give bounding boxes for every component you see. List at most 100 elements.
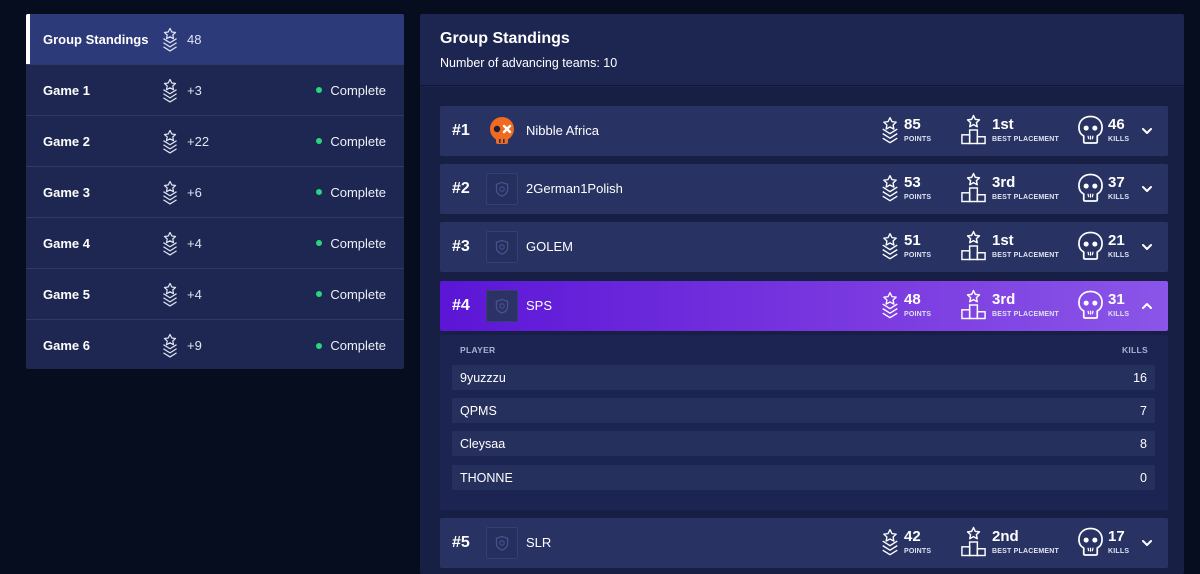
kills-value: 46 [1108,116,1125,133]
sidebar-item-label: Game 2 [43,133,90,149]
team-points: 53 POINTS [880,172,940,206]
player-kills: 8 [1140,437,1147,451]
points-value: 42 [904,528,921,545]
points-value: 48 [904,291,921,308]
rank-points-icon [161,230,179,257]
sidebar-item-game-6[interactable]: Game 6 +9 Complete [26,320,404,369]
team-best-placement: 3rd BEST PLACEMENT [960,289,1060,323]
kills-value: 17 [1108,528,1125,545]
skull-icon [1077,172,1104,204]
points-value: 53 [904,174,921,191]
chevron-down-icon[interactable] [1140,124,1154,138]
status-dot-icon [316,189,323,195]
player-row: Cleysaa 8 [452,431,1155,456]
team-rank: #1 [452,122,470,139]
team-row-expanded[interactable]: #4 SPS 48 POINTS 3rd BEST PLACEMENT 31 K… [440,281,1168,331]
points-label: POINTS [904,252,932,259]
sidebar-item-group-standings[interactable]: Group Standings 48 [26,14,404,65]
default-shield-logo [486,231,518,263]
status-dot-icon [316,291,323,297]
sidebar-item-game-4[interactable]: Game 4 +4 Complete [26,218,404,269]
skull-icon [1077,114,1104,146]
sidebar-item-points: +9 [187,338,202,353]
rank-points-icon [161,26,179,53]
team-points: 51 POINTS [880,230,940,264]
team-row[interactable]: #1 Nibble Africa 85 POINTS 1st BEST PLAC… [440,106,1168,156]
player-row: THONNE 0 [452,465,1155,490]
team-kills: 37 KILLS [1077,172,1137,206]
skull-icon [1077,230,1104,262]
team-name: 2German1Polish [526,181,623,196]
team-rank: #5 [452,534,470,551]
kills-label: KILLS [1108,548,1130,555]
team-kills: 31 KILLS [1077,289,1137,323]
placement-value: 3rd [992,174,1016,191]
team-kills: 21 KILLS [1077,230,1137,264]
sidebar-item-points: +3 [187,82,202,98]
player-row: QPMS 7 [452,398,1155,423]
chevron-down-icon[interactable] [1140,240,1154,254]
placement-label: BEST PLACEMENT [992,311,1059,318]
sidebar-item-points: 48 [187,31,202,47]
player-column-header: PLAYER [460,345,496,355]
chevron-up-icon[interactable] [1140,299,1154,313]
player-name: Cleysaa [460,437,506,451]
status-label: Complete [330,184,386,200]
rank-points-icon [161,332,179,359]
team-row[interactable]: #3 GOLEM 51 POINTS 1st BEST PLACEMENT 21… [440,222,1168,272]
team-best-placement: 1st BEST PLACEMENT [960,114,1060,148]
rank-points-icon [880,114,900,146]
rank-points-icon [880,289,900,321]
sidebar-item-game-3[interactable]: Game 3 +6 Complete [26,167,404,218]
chevron-down-icon[interactable] [1140,536,1154,550]
status-badge: Complete [316,83,386,98]
rank-points-icon [880,230,900,262]
points-label: POINTS [904,548,932,555]
team-best-placement: 2nd BEST PLACEMENT [960,526,1060,560]
rank-points-icon [161,281,179,308]
podium-icon [960,289,987,321]
team-name: SLR [526,535,552,550]
team-points: 42 POINTS [880,526,940,560]
kills-value: 31 [1108,291,1125,308]
skull-icon [1077,289,1104,321]
page-title: Group Standings [440,30,570,47]
team-kills: 46 KILLS [1077,114,1137,148]
kills-label: KILLS [1108,252,1130,259]
placement-label: BEST PLACEMENT [992,252,1059,259]
status-dot-icon [316,342,323,349]
status-badge: Complete [316,134,386,149]
placement-value: 1st [992,232,1014,249]
status-label: Complete [330,286,386,302]
sidebar-item-points: +4 [187,286,202,302]
sidebar-item-game-1[interactable]: Game 1 +3 Complete [26,65,404,116]
team-row[interactable]: #5 SLR 42 POINTS 2nd BEST PLACEMENT 17 K… [440,518,1168,568]
player-kills: 0 [1140,471,1147,485]
default-shield-logo [486,527,518,559]
sidebar-item-game-2[interactable]: Game 2 +22 Complete [26,116,404,167]
status-label: Complete [330,133,386,149]
default-shield-logo [486,173,518,205]
team-row[interactable]: #2 2German1Polish 53 POINTS 3rd BEST PLA… [440,164,1168,214]
chevron-down-icon[interactable] [1140,182,1154,196]
placement-label: BEST PLACEMENT [992,136,1059,143]
status-badge: Complete [316,338,386,353]
skull-icon [1077,526,1104,558]
placement-label: BEST PLACEMENT [992,194,1059,201]
sidebar-item-label: Game 5 [43,286,90,302]
podium-icon [960,172,987,204]
sidebar-item-points: +22 [187,133,210,149]
points-label: POINTS [904,136,932,143]
games-sidebar: Group Standings 48 Game 1 +3 Complete Ga… [26,14,404,369]
team-rank: #2 [452,180,470,197]
rank-points-icon [161,128,179,155]
status-dot-icon [316,87,323,93]
status-label: Complete [330,338,386,353]
points-label: POINTS [904,311,932,318]
sidebar-item-label: Game 6 [43,338,90,353]
points-value: 51 [904,232,921,249]
player-table-header: PLAYER KILLS [460,345,1148,355]
sidebar-item-points: +6 [187,184,202,200]
sidebar-item-game-5[interactable]: Game 5 +4 Complete [26,269,404,320]
player-row: 9yuzzzu 16 [452,365,1155,390]
